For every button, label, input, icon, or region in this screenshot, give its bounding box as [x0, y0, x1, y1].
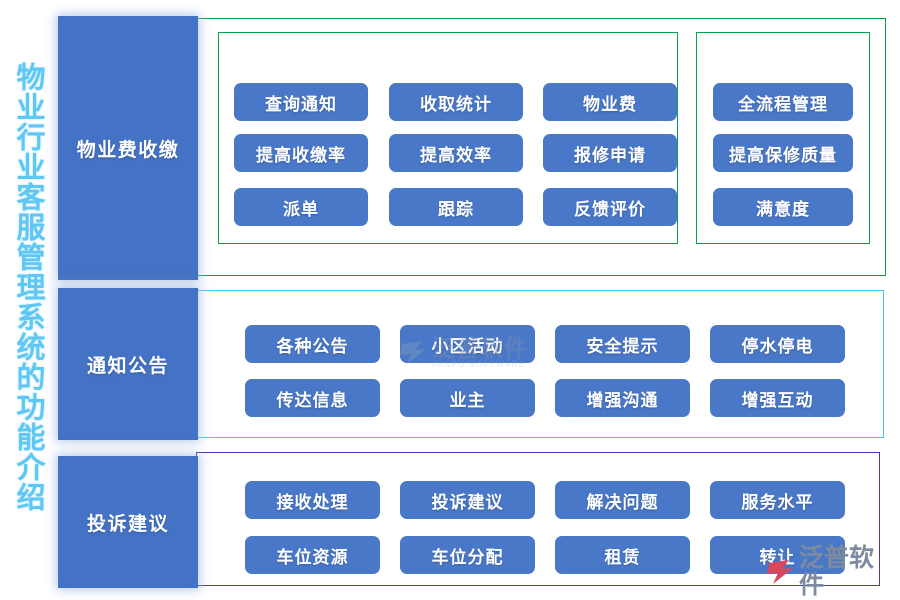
button-owner[interactable]: 业主 — [400, 379, 535, 417]
diagram-canvas: 物业行业客服管理系统的功能介绍 物业费收缴 查询通知 收取统计 物业费 提高收缴… — [0, 0, 900, 600]
button-parking-allocation[interactable]: 车位分配 — [400, 536, 535, 574]
button-enhance-interaction[interactable]: 增强互动 — [710, 379, 845, 417]
button-repair-application[interactable]: 报修申请 — [543, 134, 677, 172]
button-improve-collection-rate[interactable]: 提高收缴率 — [234, 134, 368, 172]
button-service-level[interactable]: 服务水平 — [710, 481, 845, 519]
button-tracking[interactable]: 跟踪 — [389, 188, 523, 226]
button-collection-statistics[interactable]: 收取统计 — [389, 83, 523, 121]
button-property-fee[interactable]: 物业费 — [543, 83, 677, 121]
button-solve-problem[interactable]: 解决问题 — [555, 481, 690, 519]
button-satisfaction[interactable]: 满意度 — [713, 188, 853, 226]
button-query-notice[interactable]: 查询通知 — [234, 83, 368, 121]
category-block-property-fee[interactable]: 物业费收缴 — [58, 16, 198, 280]
button-water-power-outage[interactable]: 停水停电 — [710, 325, 845, 363]
button-enhance-communication[interactable]: 增强沟通 — [555, 379, 690, 417]
category-label: 通知公告 — [86, 355, 169, 377]
category-label: 投诉建议 — [86, 513, 169, 535]
button-dispatch-order[interactable]: 派单 — [234, 188, 368, 226]
category-block-complaint-suggestion[interactable]: 投诉建议 — [58, 456, 198, 588]
button-parking-resources[interactable]: 车位资源 — [245, 536, 380, 574]
category-block-notice-bulletin[interactable]: 通知公告 — [58, 288, 198, 440]
category-label: 物业费收缴 — [76, 139, 180, 161]
button-lease[interactable]: 租赁 — [555, 536, 690, 574]
button-convey-information[interactable]: 传达信息 — [245, 379, 380, 417]
button-improve-efficiency[interactable]: 提高效率 — [389, 134, 523, 172]
button-safety-tips[interactable]: 安全提示 — [555, 325, 690, 363]
button-receive-process[interactable]: 接收处理 — [245, 481, 380, 519]
button-full-process-management[interactable]: 全流程管理 — [713, 83, 853, 121]
button-community-activities[interactable]: 小区活动 — [400, 325, 535, 363]
button-improve-warranty-quality[interactable]: 提高保修质量 — [713, 134, 853, 172]
button-complaint-suggestion[interactable]: 投诉建议 — [400, 481, 535, 519]
button-transfer[interactable]: 转让 — [710, 536, 845, 574]
button-various-announcements[interactable]: 各种公告 — [245, 325, 380, 363]
button-feedback-evaluation[interactable]: 反馈评价 — [543, 188, 677, 226]
page-title: 物业行业客服管理系统的功能介绍 — [12, 62, 44, 512]
